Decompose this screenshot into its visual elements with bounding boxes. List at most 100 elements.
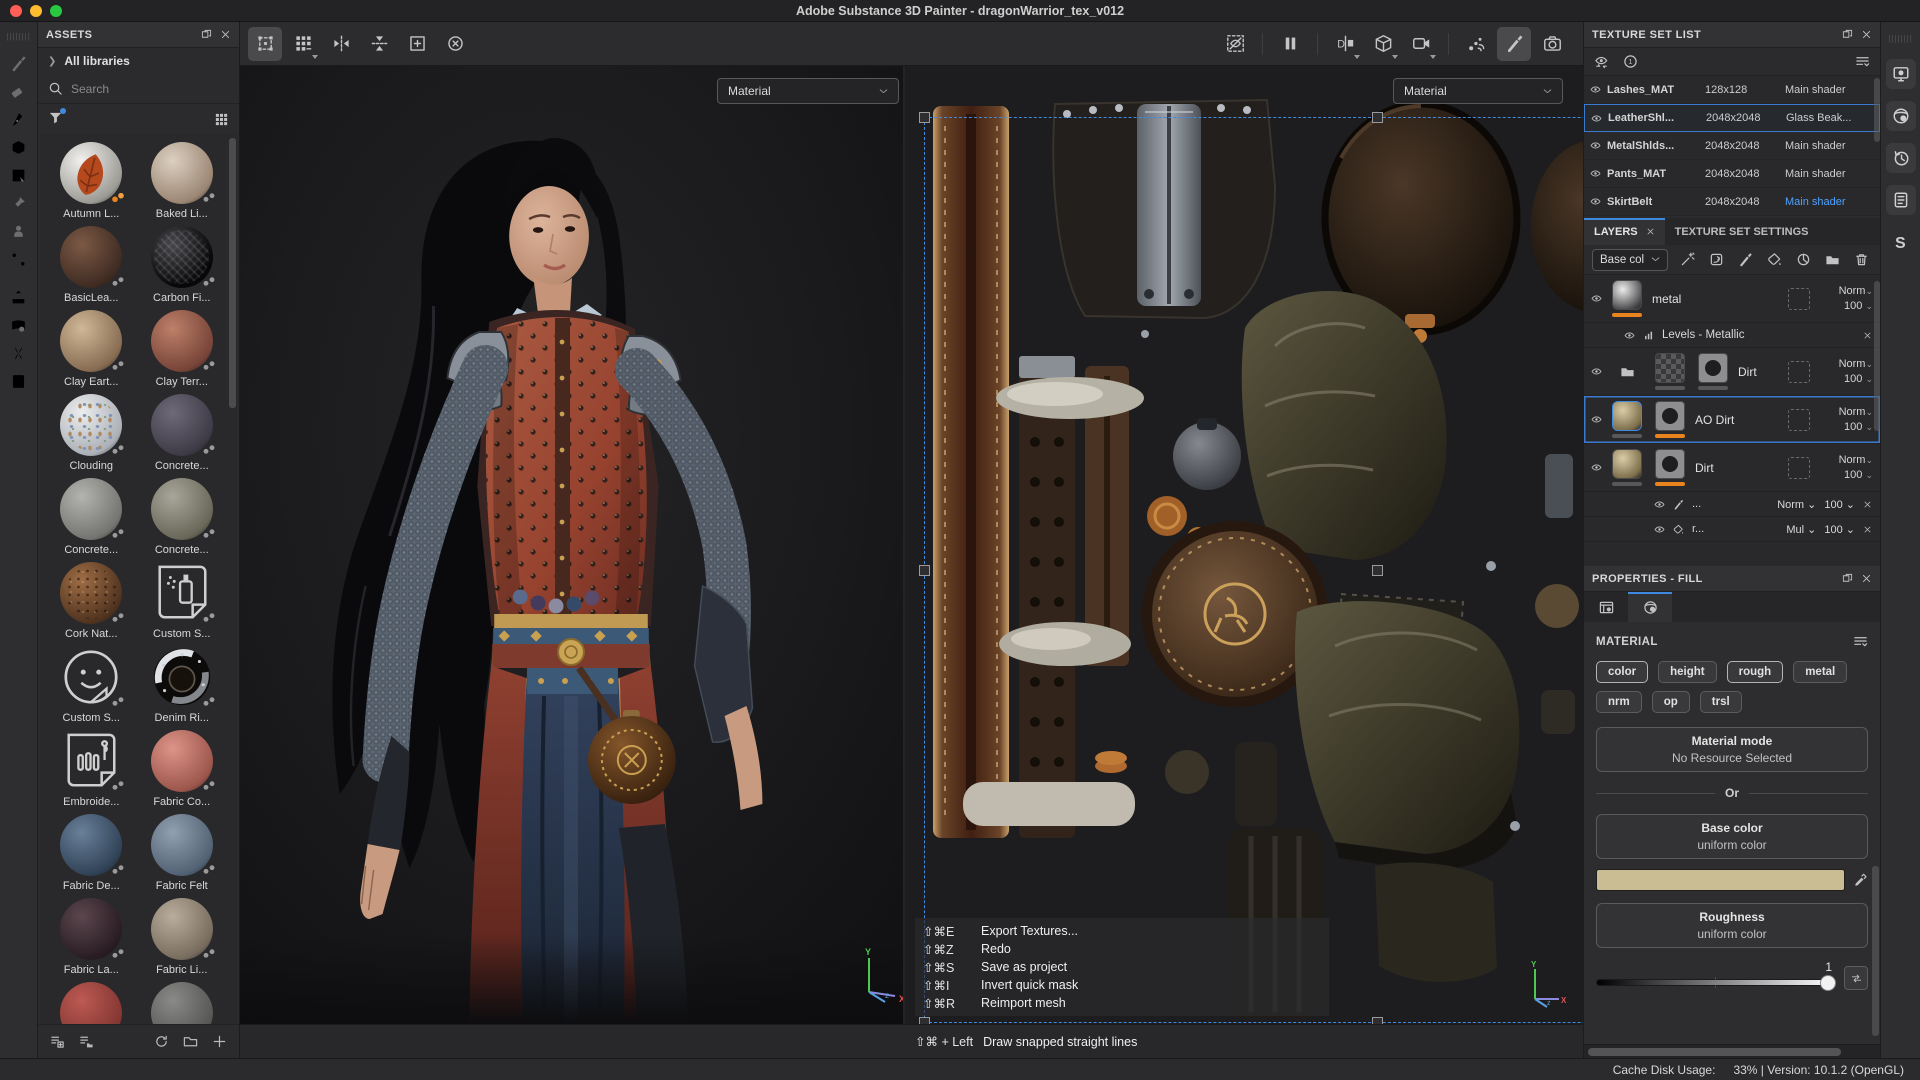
section-options-icon[interactable] [1853,634,1868,649]
texture-set-row[interactable]: Pants_MAT 2048x2048 Main shader [1584,160,1880,188]
close-panel-icon[interactable] [220,29,231,40]
material-mode-button[interactable]: Material mode No Resource Selected [1596,727,1868,772]
selection-handle[interactable] [1372,565,1383,576]
asset-thumbnail[interactable] [151,898,213,960]
eye-icon[interactable] [1654,524,1665,535]
texture-set-shader[interactable]: Main shader [1785,140,1874,152]
eye-icon[interactable] [1590,168,1601,179]
eye-icon[interactable] [1591,113,1602,124]
reset-tool-button[interactable] [438,27,472,61]
channel-chip-color[interactable]: color [1596,661,1648,683]
pause-tool-button[interactable] [1273,27,1307,61]
remove-effect-icon[interactable] [1863,525,1872,534]
asset-item[interactable]: Fabric Felt [139,814,226,898]
close-tab-icon[interactable] [1646,227,1655,236]
layer-blend-mode[interactable]: Norm⌄ [1817,453,1873,468]
view3d-material-dropdown[interactable]: Material [717,78,899,104]
selection-handle[interactable] [919,565,930,576]
effect-blend[interactable]: Mul ⌄ [1786,523,1816,536]
bake-button-icon[interactable] [5,311,33,339]
asset-thumbnail[interactable] [151,730,213,792]
channel-chip-trsl[interactable]: trsl [1700,691,1742,713]
base-color-button[interactable]: Base color uniform color [1596,814,1868,859]
smart-material-icon[interactable] [1709,252,1724,267]
asset-item[interactable]: Fabric De... [48,814,135,898]
asset-item[interactable]: Denim Ri... [139,646,226,730]
channel-chip-nrm[interactable]: nrm [1596,691,1642,713]
layer-opacity[interactable]: 100 ⌄ [1817,372,1873,387]
asset-thumbnail[interactable] [60,646,122,708]
layers-scrollbar[interactable] [1874,281,1880,431]
eye-icon[interactable] [1591,414,1602,425]
texture-set-row[interactable]: SkirtBelt 2048x2048 Main shader [1584,188,1880,216]
texture-set-resolution[interactable]: 128x128 [1705,84,1779,96]
export-button-icon[interactable] [5,283,33,311]
layer-mask-thumbnail[interactable] [1698,353,1728,383]
selection-handle[interactable] [1372,112,1383,123]
paint-tool-icon[interactable] [5,49,33,77]
remove-effect-icon[interactable] [1863,331,1872,340]
asset-item[interactable]: Custom S... [139,562,226,646]
texture-set-row[interactable]: LeatherShl... 2048x2048 Glass Beak... [1584,104,1880,132]
layer-thumbnail[interactable] [1612,449,1642,479]
asset-item[interactable]: Concrete... [48,478,135,562]
base-color-swatch[interactable] [1596,869,1845,891]
asset-thumbnail[interactable] [151,562,213,624]
layer-row[interactable]: Dirt Norm⌄ 100 ⌄ [1584,348,1880,396]
tiling-tool-button[interactable] [286,27,320,61]
view2d-material-dropdown[interactable]: Material [1393,78,1563,104]
eye-icon[interactable] [1654,499,1665,510]
layer-row[interactable]: metal Norm⌄ 100 ⌄ [1584,275,1880,323]
texture-set-resolution[interactable]: 2048x2048 [1705,140,1779,152]
particles-tool-button[interactable] [1459,27,1493,61]
asset-item[interactable]: Clouding [48,394,135,478]
asset-thumbnail[interactable] [151,226,213,288]
material-picker-tool-icon[interactable] [5,245,33,273]
delete-icon[interactable] [1854,252,1869,267]
rail-grip[interactable]: |||||||| [1888,34,1913,43]
effect-opacity[interactable]: 100 ⌄ [1824,498,1855,511]
solo-view-icon[interactable]: 1 [1623,54,1638,69]
camera-view-tool-button[interactable] [1404,27,1438,61]
layer-thumbnail[interactable] [1655,353,1685,383]
tab-material-properties[interactable] [1628,592,1672,622]
mirror-x-tool-button[interactable] [324,27,358,61]
asset-thumbnail[interactable] [151,814,213,876]
uv-selection-rect[interactable] [924,117,1583,1023]
channel-filter-dropdown[interactable]: Base col [1592,249,1668,271]
clone-tool-icon[interactable] [5,217,33,245]
mask-drop-target[interactable] [1788,288,1810,310]
asset-thumbnail[interactable] [151,310,213,372]
effect-opacity[interactable]: 100 ⌄ [1824,523,1855,536]
channel-chip-height[interactable]: height [1658,661,1717,683]
effect-blend[interactable]: Norm ⌄ [1777,498,1816,511]
asset-item[interactable]: Concrete... [139,394,226,478]
log-icon[interactable] [1886,185,1916,215]
all-libraries-selector[interactable]: ❯ All libraries [38,48,239,74]
layer-opacity[interactable]: 100 ⌄ [1817,299,1873,314]
sync-visibility-icon[interactable] [1594,54,1609,69]
tab-texture-set-settings[interactable]: TEXTURE SET SETTINGS [1665,218,1819,245]
view-3d-tool-button[interactable] [1366,27,1400,61]
viewport-3d[interactable]: Material Y X z [240,66,905,1024]
asset-thumbnail[interactable] [60,478,122,540]
texture-set-scrollbar[interactable] [1874,78,1880,142]
add-asset-icon[interactable] [212,1034,227,1049]
channel-chip-op[interactable]: op [1652,691,1690,713]
paint-layer-icon[interactable] [1738,252,1753,267]
layer-thumbnail[interactable] [1612,280,1642,310]
texture-set-shader[interactable]: Main shader [1785,196,1874,208]
substance-icon[interactable]: S [1886,227,1916,257]
history-icon[interactable] [1886,143,1916,173]
layer-effect-row[interactable]: ... Norm ⌄ 100 ⌄ [1584,492,1880,517]
swap-values-button[interactable] [1844,966,1868,990]
asset-item[interactable] [139,982,226,1024]
selection-handle[interactable] [919,112,930,123]
asset-item[interactable]: Clay Eart... [48,310,135,394]
asset-thumbnail[interactable] [60,730,122,792]
layer-row[interactable]: Dirt Norm⌄ 100 ⌄ [1584,444,1880,492]
search-input[interactable] [71,82,229,96]
asset-item[interactable]: Fabric Co... [139,730,226,814]
asset-thumbnail[interactable] [151,142,213,204]
paint-tool-button[interactable] [1497,27,1531,61]
